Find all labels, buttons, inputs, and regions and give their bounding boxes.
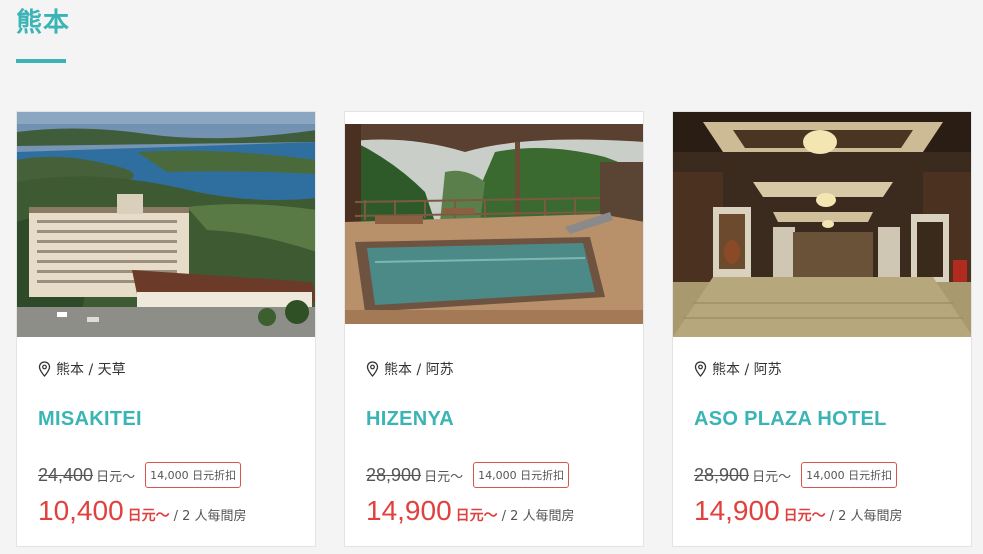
current-price: 14,900 [694, 495, 780, 526]
map-pin-icon [38, 361, 51, 377]
discount-badge: 14,000 日元折扣 [801, 462, 898, 488]
per-room-note: / 2 人每間房 [501, 509, 575, 524]
discount-badge: 14,000 日元折扣 [473, 462, 570, 488]
location-label: 熊本 / 阿苏 [366, 359, 454, 379]
hotel-name[interactable]: ASO PLAZA HOTEL [694, 408, 887, 431]
open-air-bath-photo[interactable] [345, 112, 643, 337]
location-label: 熊本 / 阿苏 [694, 359, 782, 379]
hotel-card[interactable]: 熊本 / 阿苏 ASO PLAZA HOTEL 28,900 日元～ 14,00… [672, 111, 972, 547]
per-room-note: / 2 人每間房 [829, 509, 903, 524]
discount-badge: 14,000 日元折扣 [145, 462, 242, 488]
location-text: 熊本 / 天草 [56, 362, 126, 378]
original-price-row: 28,900 日元～ 14,000 日元折扣 [366, 462, 570, 488]
location-label: 熊本 / 天草 [38, 359, 126, 379]
title-underline [16, 59, 66, 63]
original-price-unit: 日元～ [424, 469, 464, 485]
original-price-unit: 日元～ [752, 469, 792, 485]
location-text: 熊本 / 阿苏 [712, 362, 782, 378]
price-row: 14,900 日元～ / 2 人每間房 [694, 495, 903, 527]
current-price: 14,900 [366, 495, 452, 526]
hotel-name[interactable]: HIZENYA [366, 408, 454, 431]
original-price: 28,900 [694, 464, 750, 485]
price-row: 10,400 日元～ / 2 人每間房 [38, 495, 247, 527]
location-text: 熊本 / 阿苏 [384, 362, 454, 378]
hotel-lobby-photo[interactable] [673, 112, 971, 337]
original-price-row: 28,900 日元～ 14,000 日元折扣 [694, 462, 898, 488]
price-unit: 日元～ [127, 508, 170, 524]
per-room-note: / 2 人每間房 [173, 509, 247, 524]
price-row: 14,900 日元～ / 2 人每間房 [366, 495, 575, 527]
original-price-unit: 日元～ [96, 469, 136, 485]
map-pin-icon [694, 361, 707, 377]
price-unit: 日元～ [455, 508, 498, 524]
original-price: 28,900 [366, 464, 422, 485]
current-price: 10,400 [38, 495, 124, 526]
hotel-card[interactable]: 熊本 / 天草 MISAKITEI 24,400 日元～ 14,000 日元折扣… [16, 111, 316, 547]
hotel-name[interactable]: MISAKITEI [38, 408, 142, 431]
hotel-card[interactable]: 熊本 / 阿苏 HIZENYA 28,900 日元～ 14,000 日元折扣 1… [344, 111, 644, 547]
map-pin-icon [366, 361, 379, 377]
original-price-row: 24,400 日元～ 14,000 日元折扣 [38, 462, 242, 488]
original-price: 24,400 [38, 464, 94, 485]
region-title: 熊本 [16, 8, 71, 38]
coastal-hotel-photo[interactable] [17, 112, 315, 337]
price-unit: 日元～ [783, 508, 826, 524]
